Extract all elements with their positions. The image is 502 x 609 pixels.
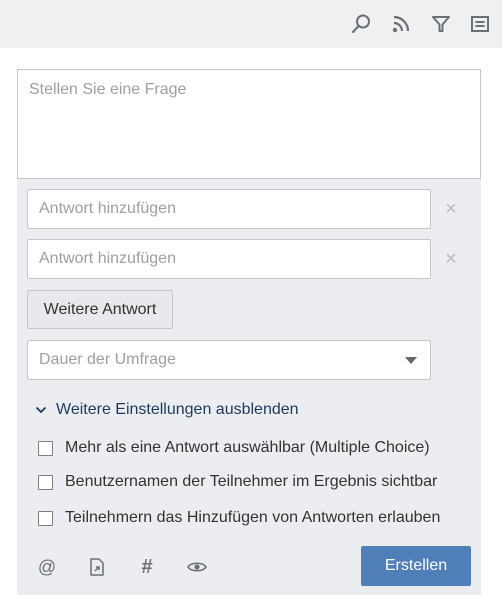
poll-duration-placeholder: Dauer der Umfrage — [39, 351, 176, 368]
remove-answer-2-icon[interactable]: × — [441, 248, 461, 270]
create-button[interactable]: Erstellen — [361, 546, 471, 586]
poll-duration-select[interactable]: Dauer der Umfrage — [27, 340, 431, 380]
option-multiple-choice[interactable]: Mehr als eine Antwort auswählbar (Multip… — [38, 437, 430, 459]
checkbox-usernames-visible[interactable] — [38, 474, 53, 490]
poll-form: Stellen Sie eine Frage Antwort hinzufüge… — [17, 69, 481, 595]
attachment-icon[interactable] — [85, 555, 109, 579]
filter-icon[interactable] — [429, 12, 453, 36]
checkbox-multiple-choice[interactable] — [38, 440, 53, 456]
top-toolbar — [0, 0, 502, 48]
mention-icon[interactable]: @ — [35, 555, 59, 579]
answer-input-1[interactable]: Antwort hinzufügen — [27, 189, 431, 229]
settings-toggle[interactable]: Weitere Einstellungen ausblenden — [35, 400, 299, 420]
option-label: Teilnehmern das Hinzufügen von Antworten… — [65, 509, 441, 526]
add-answer-button[interactable]: Weitere Antwort — [27, 290, 173, 329]
list-view-icon[interactable] — [468, 12, 492, 36]
visibility-icon[interactable] — [185, 555, 209, 579]
rss-icon[interactable] — [389, 12, 413, 36]
option-allow-add-answers[interactable]: Teilnehmern das Hinzufügen von Antworten… — [38, 507, 440, 529]
option-usernames-visible[interactable]: Benutzernamen der Teilnehmer im Ergebnis… — [38, 471, 437, 493]
remove-answer-1-icon[interactable]: × — [441, 198, 461, 220]
hashtag-icon[interactable]: # — [135, 555, 159, 579]
option-label: Benutzernamen der Teilnehmer im Ergebnis… — [65, 473, 438, 490]
search-icon[interactable] — [349, 12, 373, 36]
checkbox-allow-add-answers[interactable] — [38, 510, 53, 526]
question-textarea[interactable]: Stellen Sie eine Frage — [17, 69, 481, 179]
chevron-down-icon — [35, 406, 47, 414]
settings-toggle-label: Weitere Einstellungen ausblenden — [56, 401, 299, 418]
dropdown-caret-icon — [405, 356, 417, 364]
option-label: Mehr als eine Antwort auswählbar (Multip… — [65, 439, 430, 456]
answer-input-2[interactable]: Antwort hinzufügen — [27, 239, 431, 279]
